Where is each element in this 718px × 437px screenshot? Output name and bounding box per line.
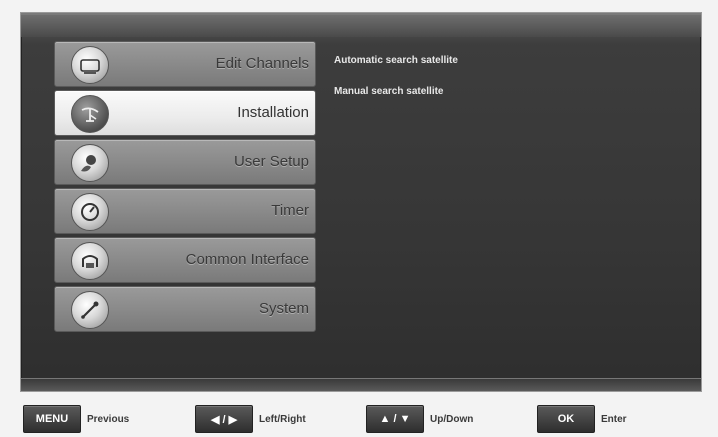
common-interface-icon <box>71 242 109 280</box>
menu-item-installation[interactable]: Installation <box>54 90 316 136</box>
menu-item-system[interactable]: System <box>54 286 316 332</box>
bottom-band <box>21 378 701 391</box>
menu-item-timer[interactable]: Timer <box>54 188 316 234</box>
timer-icon <box>71 193 109 231</box>
key-hint-up-down: ▲ / ▼ Up/Down <box>366 405 473 433</box>
menu-item-label: Edit Channels <box>215 55 309 72</box>
ok-button[interactable]: OK <box>537 405 595 433</box>
key-hint-left-right: ◀ / ▶ Left/Right <box>195 405 306 433</box>
menu-item-label: Common Interface <box>185 251 309 268</box>
tv-icon <box>71 46 109 84</box>
menu-item-label: Installation <box>237 104 309 121</box>
satellite-dish-icon <box>71 95 109 133</box>
up-down-button[interactable]: ▲ / ▼ <box>366 405 424 433</box>
key-hint-label: Enter <box>601 413 627 425</box>
system-icon <box>71 291 109 329</box>
key-hint-label: Up/Down <box>430 413 474 425</box>
osd-screen: Edit Channels Installation User Setup Ti… <box>21 13 701 391</box>
main-menu: Edit Channels Installation User Setup Ti… <box>54 41 316 335</box>
menu-item-common-interface[interactable]: Common Interface <box>54 237 316 283</box>
key-hint-ok: OK Enter <box>537 405 627 433</box>
user-setup-icon <box>71 144 109 182</box>
menu-item-label: Timer <box>271 202 309 219</box>
menu-item-label: User Setup <box>233 153 309 170</box>
key-hint-label: Left/Right <box>259 413 306 425</box>
menu-button[interactable]: MENU <box>23 405 81 433</box>
menu-item-user-setup[interactable]: User Setup <box>54 139 316 185</box>
submenu-item-manual-search[interactable]: Manual search satellite <box>334 86 458 117</box>
key-hint-menu: MENU Previous <box>23 405 129 433</box>
top-band <box>21 15 701 37</box>
submenu-item-automatic-search[interactable]: Automatic search satellite <box>334 55 458 86</box>
submenu: Automatic search satellite Manual search… <box>334 55 458 117</box>
menu-item-edit-channels[interactable]: Edit Channels <box>54 41 316 87</box>
key-hint-label: Previous <box>87 413 130 425</box>
menu-item-label: System <box>258 300 309 317</box>
key-hint-bar: MENU Previous ◀ / ▶ Left/Right ▲ / ▼ Up/… <box>0 403 718 435</box>
left-right-button[interactable]: ◀ / ▶ <box>195 405 253 433</box>
